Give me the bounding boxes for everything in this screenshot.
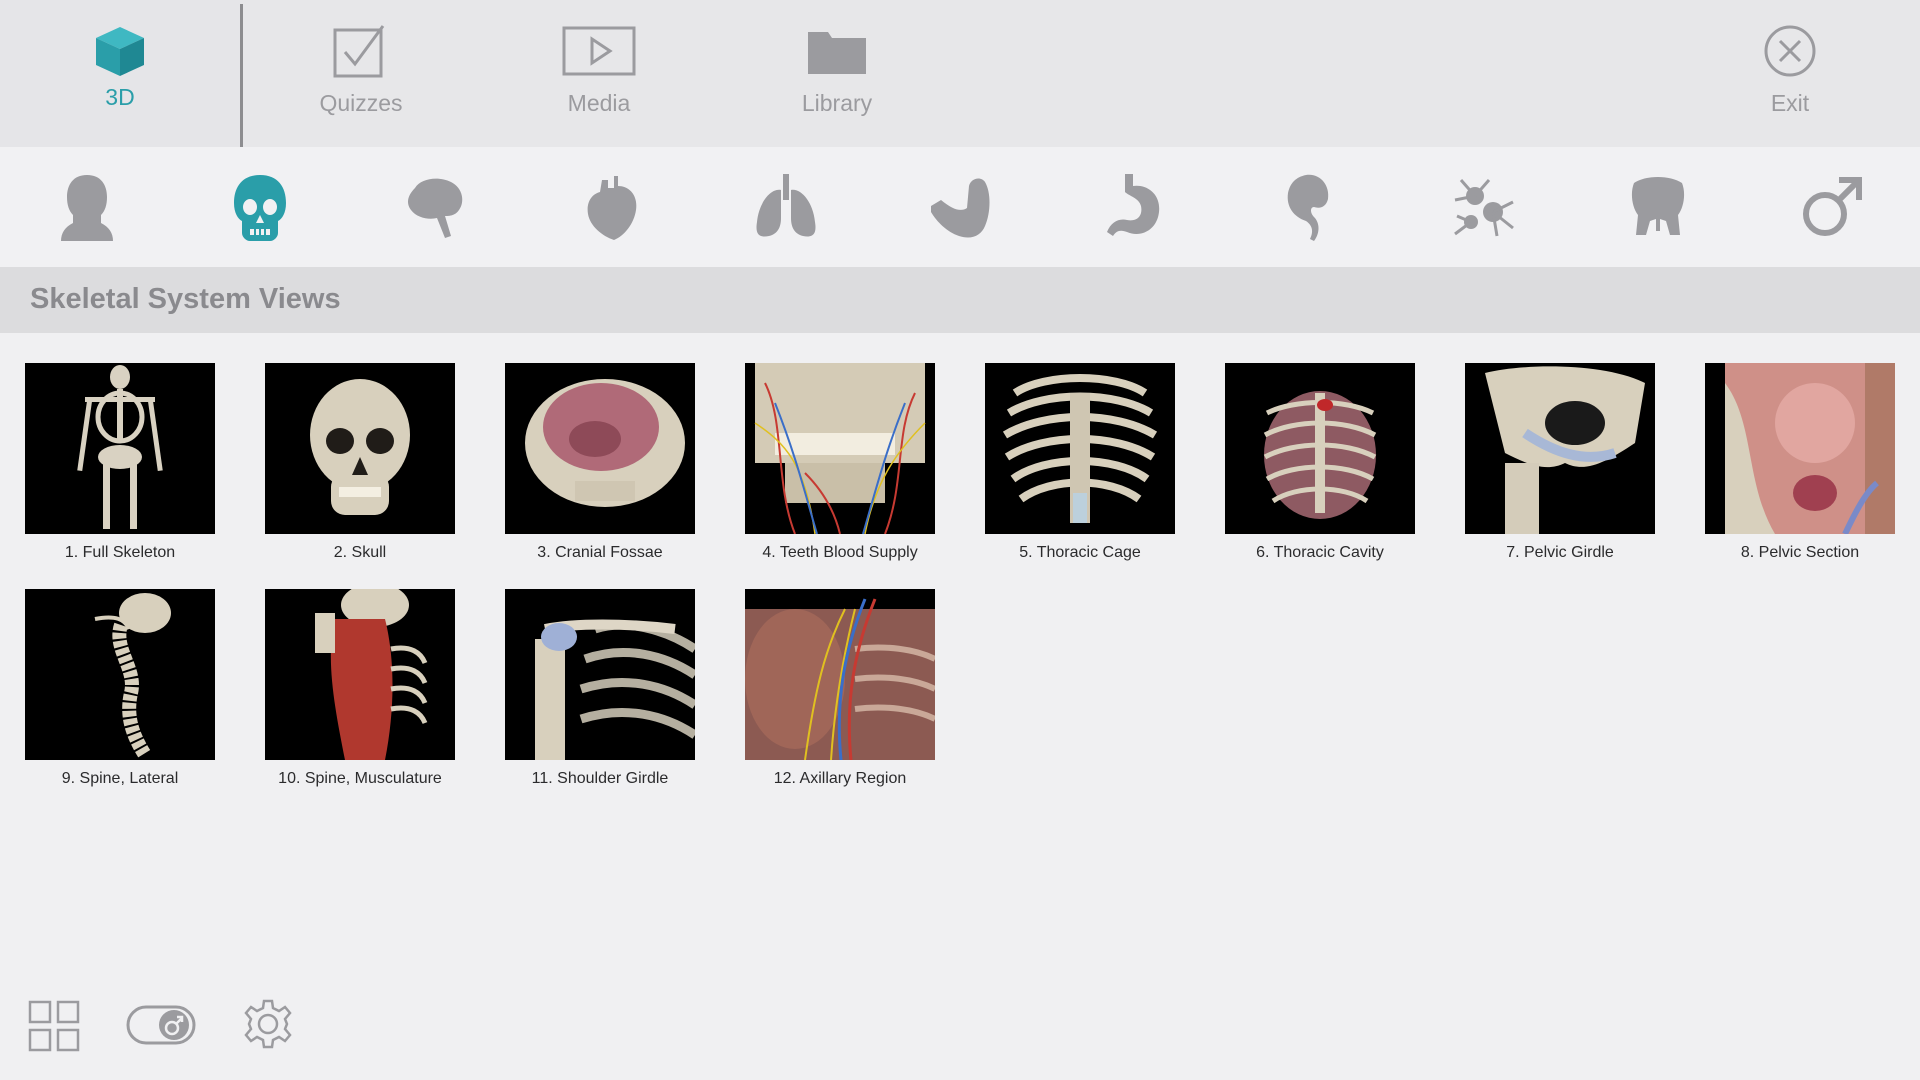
view-caption: 12. Axillary Region xyxy=(773,770,907,787)
exit-button[interactable]: Exit xyxy=(1700,0,1880,147)
view-tile-thoracic-cage[interactable]: 5. Thoracic Cage xyxy=(985,363,1175,562)
tab-quizzes-label: Quizzes xyxy=(319,90,403,116)
view-caption: 1. Full Skeleton xyxy=(64,544,176,561)
head-silhouette-icon xyxy=(61,175,113,241)
view-tile-spine-lateral[interactable]: 9. Spine, Lateral xyxy=(25,589,215,788)
system-digestive-button[interactable] xyxy=(1094,167,1174,247)
view-tile-skull[interactable]: 2. Skull xyxy=(265,363,455,562)
brain-icon xyxy=(408,178,463,238)
pelvic-girdle-thumbnail xyxy=(1465,363,1655,534)
cube-icon xyxy=(92,22,148,80)
nav-divider xyxy=(240,4,243,147)
view-tile-pelvic-girdle[interactable]: 7. Pelvic Girdle xyxy=(1465,363,1655,562)
system-respiratory-button[interactable] xyxy=(746,167,826,247)
tab-quizzes[interactable]: Quizzes xyxy=(276,0,446,147)
shoulder-girdle-thumbnail xyxy=(505,589,695,760)
system-immune-button[interactable] xyxy=(1444,167,1524,247)
system-nervous-button[interactable] xyxy=(396,167,476,247)
view-caption: 6. Thoracic Cavity xyxy=(1256,544,1384,561)
spine-lateral-thumbnail xyxy=(25,589,215,760)
view-caption: 9. Spine, Lateral xyxy=(61,770,179,787)
view-caption: 2. Skull xyxy=(333,544,387,561)
pelvis-icon xyxy=(1631,177,1685,235)
tab-library[interactable]: Library xyxy=(752,0,922,147)
close-circle-icon xyxy=(1763,22,1817,80)
section-header: Skeletal System Views xyxy=(0,267,1920,333)
teeth-blood-supply-thumbnail xyxy=(745,363,935,534)
view-caption: 4. Teeth Blood Supply xyxy=(762,544,918,561)
gender-toggle-switch[interactable] xyxy=(126,1002,196,1048)
lungs-icon xyxy=(756,174,816,237)
grid-view-icon xyxy=(28,1000,80,1052)
checkbox-icon xyxy=(331,22,391,80)
play-icon xyxy=(562,22,636,80)
view-caption: 8. Pelvic Section xyxy=(1740,544,1860,561)
heart-icon xyxy=(587,176,637,240)
stomach-icon xyxy=(1107,174,1160,236)
tab-media[interactable]: Media xyxy=(514,0,684,147)
view-tile-pelvic-section[interactable]: 8. Pelvic Section xyxy=(1705,363,1895,562)
body-systems-bar xyxy=(0,147,1920,267)
system-urinary-button[interactable] xyxy=(1268,167,1348,247)
system-reproductive-male-button[interactable] xyxy=(1792,167,1872,247)
male-symbol-icon xyxy=(1803,177,1862,236)
view-caption: 7. Pelvic Girdle xyxy=(1506,544,1614,561)
tab-3d[interactable]: 3D xyxy=(0,0,240,147)
tab-media-label: Media xyxy=(567,90,631,116)
grid-view-button[interactable] xyxy=(26,998,82,1054)
skull-thumbnail xyxy=(265,363,455,534)
exit-label: Exit xyxy=(1770,90,1810,116)
folder-icon xyxy=(806,22,868,80)
system-head-button[interactable] xyxy=(47,167,127,247)
immune-cells-icon xyxy=(1454,179,1514,237)
system-reproductive-female-button[interactable] xyxy=(1618,167,1698,247)
view-tile-cranial-fossae[interactable]: 3. Cranial Fossae xyxy=(505,363,695,562)
system-skeletal-button[interactable] xyxy=(220,167,300,247)
pelvic-section-thumbnail xyxy=(1705,363,1895,534)
section-title: Skeletal System Views xyxy=(30,283,341,315)
full-skeleton-thumbnail xyxy=(25,363,215,534)
view-tile-thoracic-cavity[interactable]: 6. Thoracic Cavity xyxy=(1225,363,1415,562)
system-muscular-button[interactable] xyxy=(920,167,1000,247)
tab-library-label: Library xyxy=(801,90,873,116)
view-caption: 11. Shoulder Girdle xyxy=(531,770,669,787)
view-tile-axillary-region[interactable]: 12. Axillary Region xyxy=(745,589,935,788)
top-navigation-bar: 3D Quizzes Media Library Exit xyxy=(0,0,1920,147)
axillary-region-thumbnail xyxy=(745,589,935,760)
gear-icon xyxy=(244,999,292,1049)
view-tile-full-skeleton[interactable]: 1. Full Skeleton xyxy=(25,363,215,562)
view-caption: 3. Cranial Fossae xyxy=(537,544,663,561)
views-grid: 1. Full Skeleton 2. Skull 3. Cranial Fos… xyxy=(0,363,1920,803)
thoracic-cavity-thumbnail xyxy=(1225,363,1415,534)
view-tile-shoulder-girdle[interactable]: 11. Shoulder Girdle xyxy=(505,589,695,788)
tab-3d-label: 3D xyxy=(105,84,135,110)
muscle-arm-icon xyxy=(931,178,990,238)
spine-musculature-thumbnail xyxy=(265,589,455,760)
view-caption: 10. Spine, Musculature xyxy=(278,770,442,787)
skull-icon xyxy=(234,175,286,241)
kidney-icon xyxy=(1287,174,1329,241)
cranial-fossae-thumbnail xyxy=(505,363,695,534)
view-tile-spine-musculature[interactable]: 10. Spine, Musculature xyxy=(265,589,455,788)
settings-button[interactable] xyxy=(240,996,296,1052)
system-cardiovascular-button[interactable] xyxy=(572,167,652,247)
view-tile-teeth-blood-supply[interactable]: 4. Teeth Blood Supply xyxy=(745,363,935,562)
gender-toggle-icon xyxy=(126,1005,196,1045)
view-caption: 5. Thoracic Cage xyxy=(1019,544,1141,561)
thoracic-cage-thumbnail xyxy=(985,363,1175,534)
